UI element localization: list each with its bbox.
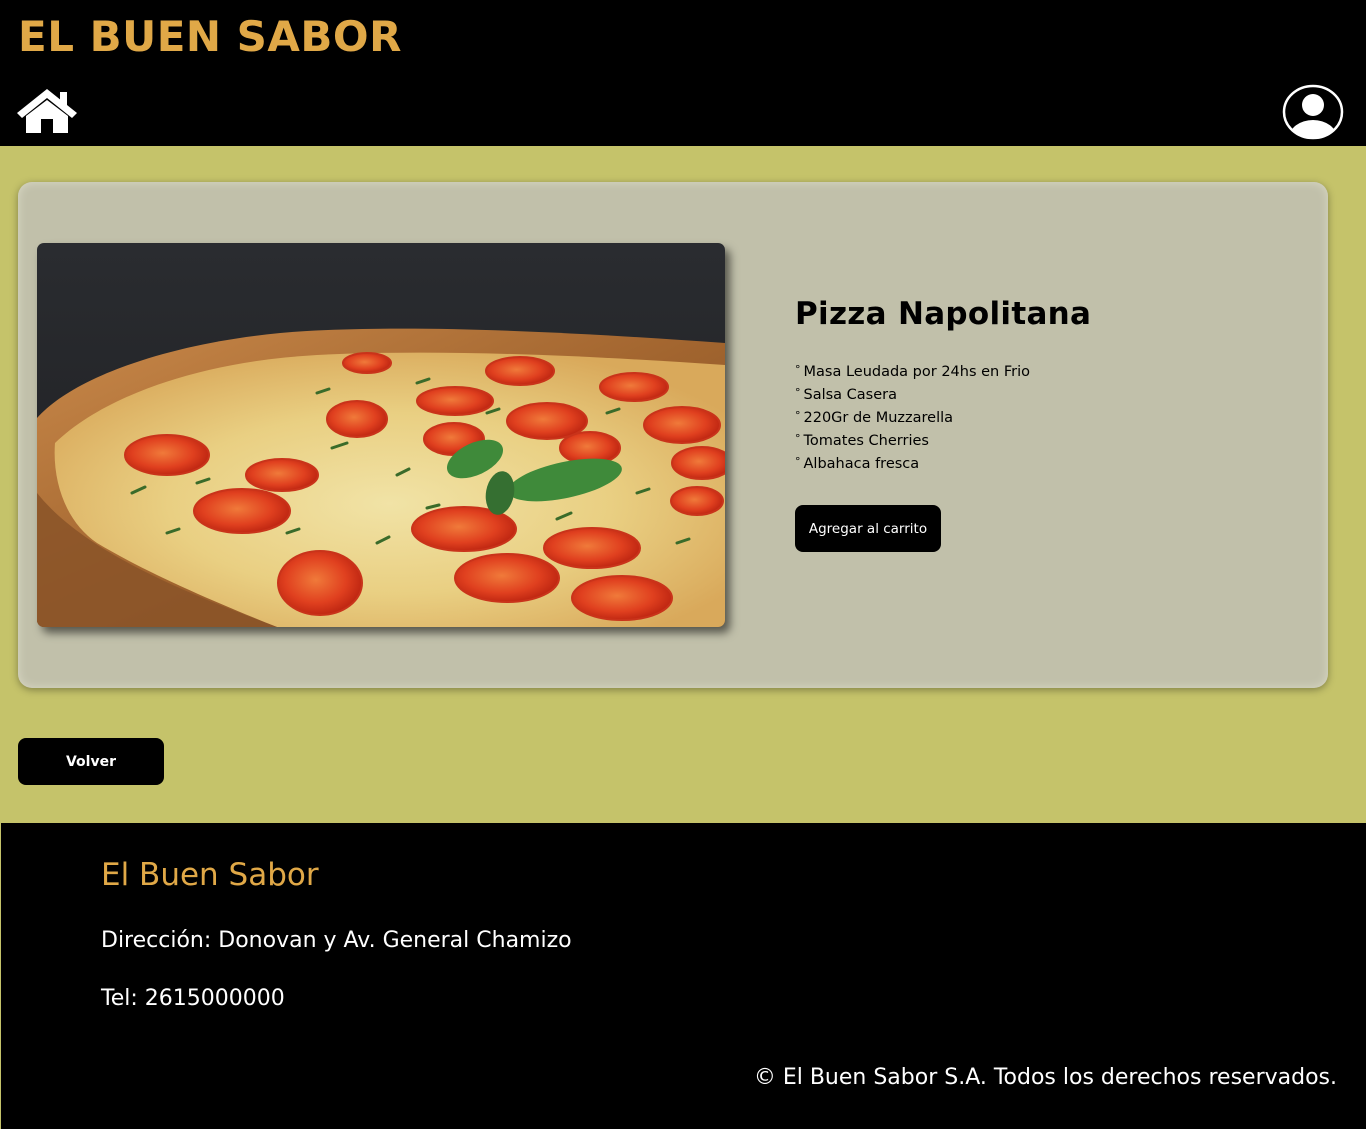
ingredient-item: Masa Leudada por 24hs en Frio bbox=[795, 361, 1031, 384]
product-card: Pizza Napolitana Masa Leudada por 24hs e… bbox=[18, 182, 1328, 688]
ingredient-item: Salsa Casera bbox=[795, 384, 1030, 407]
site-header: EL BUEN SABOR bbox=[0, 0, 1366, 146]
home-icon bbox=[17, 89, 77, 133]
footer-address: Dirección: Donovan y Av. General Chamizo bbox=[101, 928, 572, 953]
user-avatar-icon bbox=[1282, 84, 1344, 140]
home-link[interactable] bbox=[15, 88, 79, 136]
ingredient-item: Albahaca fresca bbox=[795, 453, 1030, 476]
ingredient-item: Tomates Cherries bbox=[795, 430, 1030, 453]
ingredient-item: 220Gr de Muzzarella bbox=[795, 407, 1030, 430]
back-button[interactable]: Volver bbox=[18, 738, 164, 785]
product-title: Pizza Napolitana bbox=[795, 296, 1092, 332]
site-footer: El Buen Sabor Dirección: Donovan y Av. G… bbox=[1, 823, 1366, 1129]
add-to-cart-button[interactable]: Agregar al carrito bbox=[795, 505, 941, 552]
product-image bbox=[37, 243, 725, 627]
user-account-link[interactable] bbox=[1281, 84, 1345, 140]
pizza-photo bbox=[37, 243, 725, 627]
ingredient-list: Masa Leudada por 24hs en Frio Salsa Case… bbox=[795, 361, 1031, 476]
footer-brand: El Buen Sabor bbox=[101, 857, 319, 893]
footer-copyright: © El Buen Sabor S.A. Todos los derechos … bbox=[753, 1065, 1337, 1090]
footer-phone: Tel: 2615000000 bbox=[101, 986, 285, 1011]
site-logo-text: EL BUEN SABOR bbox=[18, 12, 402, 61]
